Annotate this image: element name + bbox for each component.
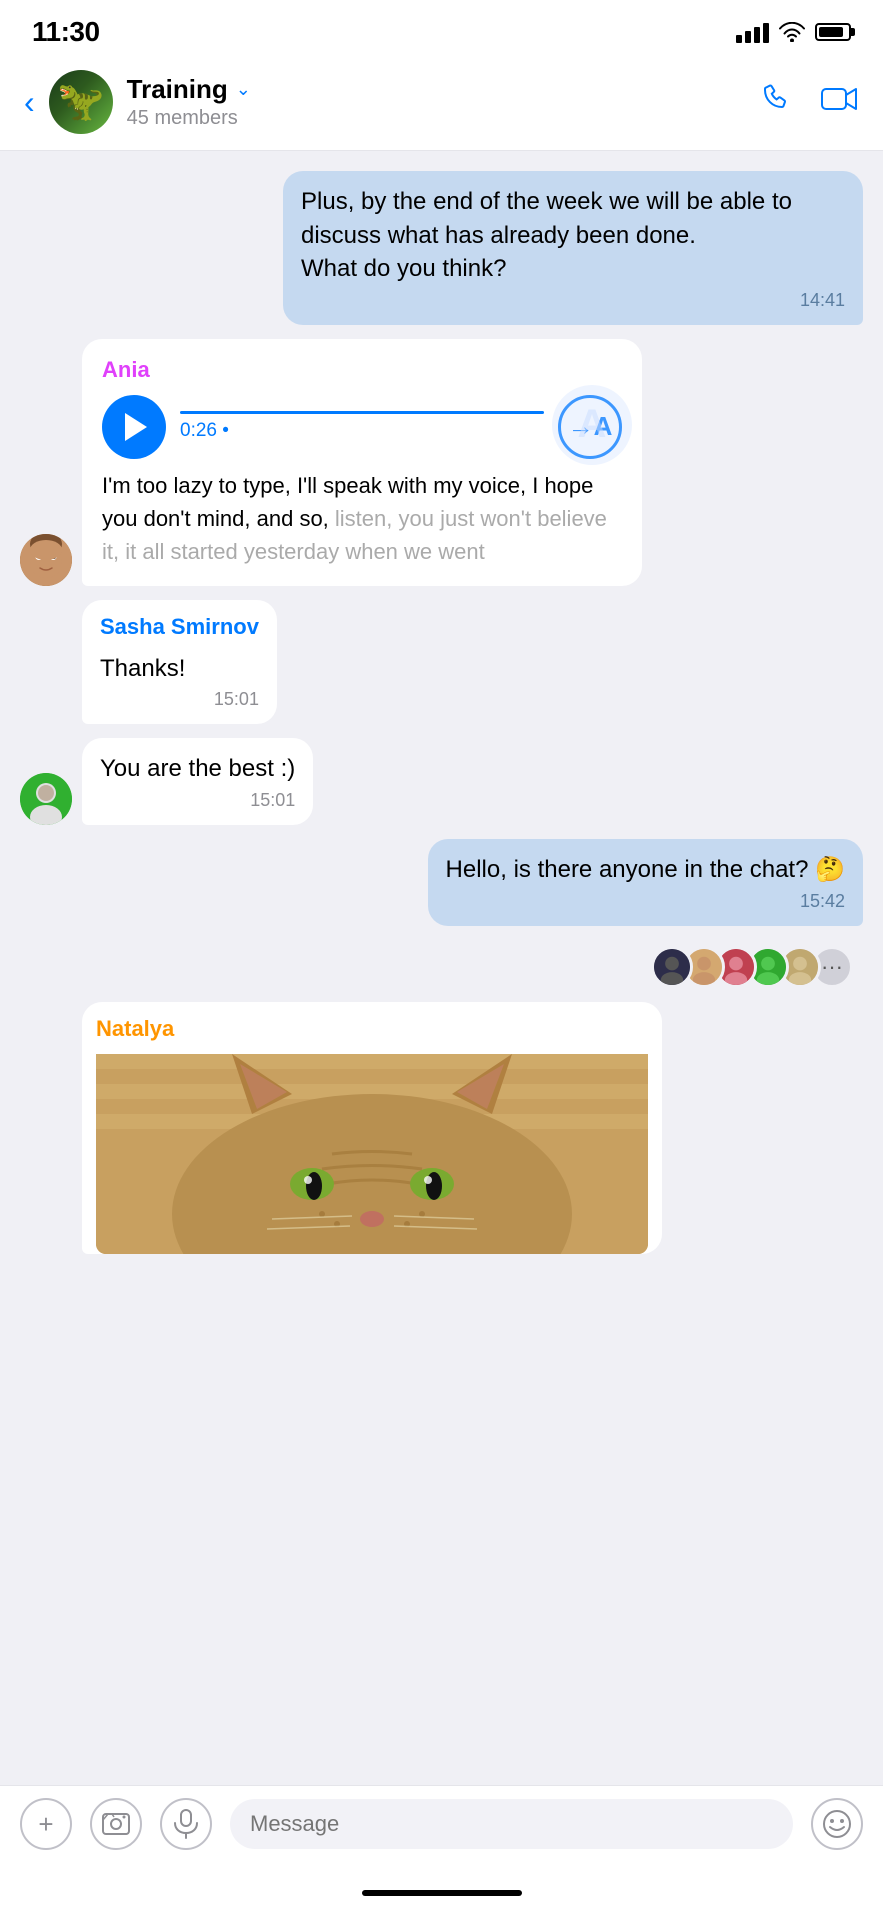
emoji-button[interactable]	[811, 1798, 863, 1850]
voice-transcript: I'm too lazy to type, I'll speak with my…	[102, 469, 622, 568]
chat-area: Plus, by the end of the week we will be …	[0, 151, 883, 1785]
mic-button[interactable]	[160, 1798, 212, 1850]
voice-progress: 0:26 •	[180, 411, 544, 442]
message-text: You are the best :)	[100, 752, 295, 786]
video-call-button[interactable]	[821, 83, 859, 122]
sasha-avatar	[20, 773, 72, 825]
message-row: Plus, by the end of the week we will be …	[20, 171, 863, 325]
nav-actions	[759, 81, 859, 124]
status-icons	[736, 21, 851, 43]
voice-progress-bar[interactable]	[180, 411, 544, 414]
message-text: Plus, by the end of the week we will be …	[301, 185, 845, 286]
incoming-message-bubble: Sasha Smirnov Thanks! 15:01	[82, 600, 277, 725]
signal-icon	[736, 21, 769, 43]
sasha-message-group: Sasha Smirnov Thanks! 15:01	[82, 600, 277, 725]
message-row: Sasha Smirnov Thanks! 15:01	[20, 600, 863, 725]
outgoing-message-bubble: Hello, is there anyone in the chat? 🤔 15…	[428, 839, 863, 926]
message-time: 15:01	[100, 790, 295, 811]
incoming-message-bubble: You are the best :) 15:01	[82, 738, 313, 825]
voice-duration: 0:26 •	[180, 420, 544, 442]
reaction-avatar	[651, 946, 693, 988]
message-time: 14:41	[301, 290, 845, 311]
sender-name: Ania	[102, 357, 622, 383]
message-time: 15:01	[100, 689, 259, 710]
status-time: 11:30	[32, 16, 100, 48]
photo-button[interactable]	[90, 1798, 142, 1850]
group-name[interactable]: Training	[127, 74, 228, 105]
voice-message-bubble: Ania 0:26 • →A A I'm too lazy to type, I…	[82, 339, 642, 586]
voice-player-row: 0:26 • →A A	[102, 395, 622, 459]
outgoing-message-bubble: Plus, by the end of the week we will be …	[283, 171, 863, 325]
battery-icon	[815, 23, 851, 41]
cat-image	[96, 1054, 648, 1254]
message-row: You are the best :) 15:01	[20, 738, 863, 825]
home-bar	[362, 1890, 522, 1896]
message-input[interactable]	[230, 1799, 793, 1849]
call-button[interactable]	[759, 81, 793, 124]
natalya-message-bubble: Natalya	[82, 1002, 662, 1254]
message-row: Natalya	[20, 1002, 863, 1254]
nav-header: ‹ 🦖 Training ⌄ 45 members	[0, 60, 883, 151]
sender-name: Sasha Smirnov	[100, 614, 259, 640]
message-row: Ania 0:26 • →A A I'm too lazy to type, I…	[20, 339, 863, 586]
translate-button[interactable]: →A	[558, 395, 622, 459]
group-avatar[interactable]: 🦖	[49, 70, 113, 134]
input-bar: +	[0, 1785, 883, 1880]
back-button[interactable]: ‹	[24, 86, 35, 118]
message-row: Hello, is there anyone in the chat? 🤔 15…	[20, 839, 863, 926]
ania-avatar	[20, 534, 72, 586]
status-bar: 11:30	[0, 0, 883, 60]
wifi-icon	[779, 22, 805, 42]
home-indicator	[0, 1880, 883, 1912]
message-text: Hello, is there anyone in the chat? 🤔	[446, 853, 845, 887]
chevron-down-icon[interactable]: ⌄	[236, 79, 251, 100]
group-members-count: 45 members	[127, 107, 759, 130]
group-info: Training ⌄ 45 members	[127, 74, 759, 130]
message-text: Thanks!	[100, 652, 259, 686]
add-button[interactable]: +	[20, 1798, 72, 1850]
message-time: 15:42	[446, 891, 845, 912]
reactions-row: ···	[20, 946, 863, 988]
play-button[interactable]	[102, 395, 166, 459]
sender-name: Natalya	[96, 1016, 648, 1042]
